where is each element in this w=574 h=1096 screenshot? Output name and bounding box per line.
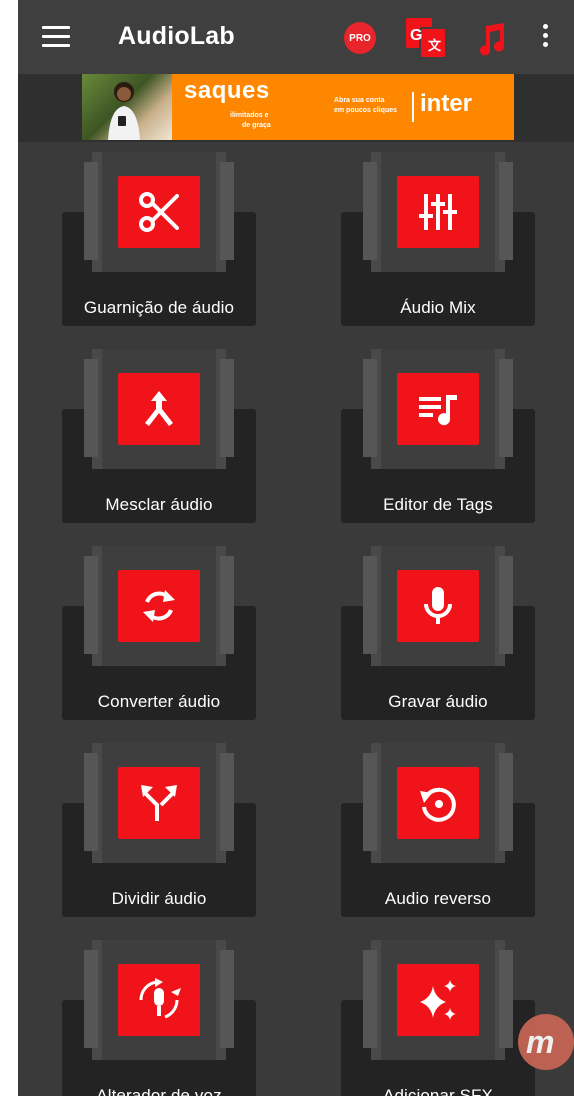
voice-changer-icon (118, 964, 200, 1036)
tool-label: Guarnição de áudio (83, 298, 235, 317)
tool-label: Gravar áudio (388, 692, 488, 711)
tool-record-audio[interactable]: Gravar áudio (341, 542, 535, 720)
tool-label: Audio reverso (384, 889, 492, 908)
tool-label: Converter áudio (97, 692, 221, 711)
svg-text:G: G (410, 27, 422, 44)
ad-person-image (108, 82, 140, 140)
svg-text:文: 文 (428, 38, 442, 53)
tool-voice-changer[interactable]: Alterador de voz (62, 936, 256, 1096)
app-bar: AudioLab PRO G 文 (18, 0, 574, 74)
tool-convert-audio[interactable]: Converter áudio (62, 542, 256, 720)
merge-arrow-icon (118, 373, 200, 445)
tool-reverse-audio[interactable]: Audio reverso (341, 739, 535, 917)
tool-label: Mesclar áudio (105, 495, 213, 514)
scissors-icon (118, 176, 200, 248)
tool-tag-editor[interactable]: Editor de Tags (341, 345, 535, 523)
ad-subline-1: ilimitados e (230, 112, 269, 119)
ad-strip: saques ilimitados e de graça Abra sua co… (18, 74, 574, 142)
tool-label: Editor de Tags (383, 495, 493, 514)
sparkles-icon (397, 964, 479, 1036)
microphone-icon (397, 570, 479, 642)
playlist-music-icon (397, 373, 479, 445)
tool-audio-mix[interactable]: Áudio Mix (341, 148, 535, 326)
ad-headline: saques (184, 77, 270, 104)
ad-brand-logo: inter (420, 90, 473, 117)
ad-divider (412, 92, 414, 122)
split-arrows-icon (118, 767, 200, 839)
tool-merge-audio[interactable]: Mesclar áudio (62, 345, 256, 523)
sync-arrows-icon (118, 570, 200, 642)
more-vert-icon[interactable] (540, 24, 550, 52)
pro-badge-icon[interactable]: PRO (344, 22, 376, 54)
tool-label: Dividir áudio (111, 889, 207, 908)
tool-label: Alterador de voz (96, 1086, 222, 1096)
tool-label: Adicionar SFX (383, 1086, 493, 1096)
translate-icon[interactable]: G 文 (404, 16, 448, 60)
m-logo-icon[interactable]: m (518, 1014, 574, 1070)
mixer-sliders-icon (397, 176, 479, 248)
music-note-icon[interactable] (474, 22, 508, 56)
tool-split-audio[interactable]: Dividir áudio (62, 739, 256, 917)
tool-add-sfx[interactable]: Adicionar SFX (341, 936, 535, 1096)
app-screen: AudioLab PRO G 文 saques ilimitados e de … (18, 0, 574, 1096)
tool-trim-audio[interactable]: Guarnição de áudio (62, 148, 256, 326)
ad-banner[interactable]: saques ilimitados e de graça Abra sua co… (82, 74, 514, 140)
ad-cta-line-2: em poucos cliques (334, 107, 398, 114)
ad-cta-line-1: Abra sua conta (334, 97, 385, 104)
app-title: AudioLab (118, 22, 235, 50)
ad-photo (82, 74, 172, 140)
menu-icon[interactable] (42, 26, 70, 48)
reverse-play-icon (397, 767, 479, 839)
tool-label: Áudio Mix (400, 298, 476, 317)
ad-subline-2: de graça (242, 122, 271, 129)
